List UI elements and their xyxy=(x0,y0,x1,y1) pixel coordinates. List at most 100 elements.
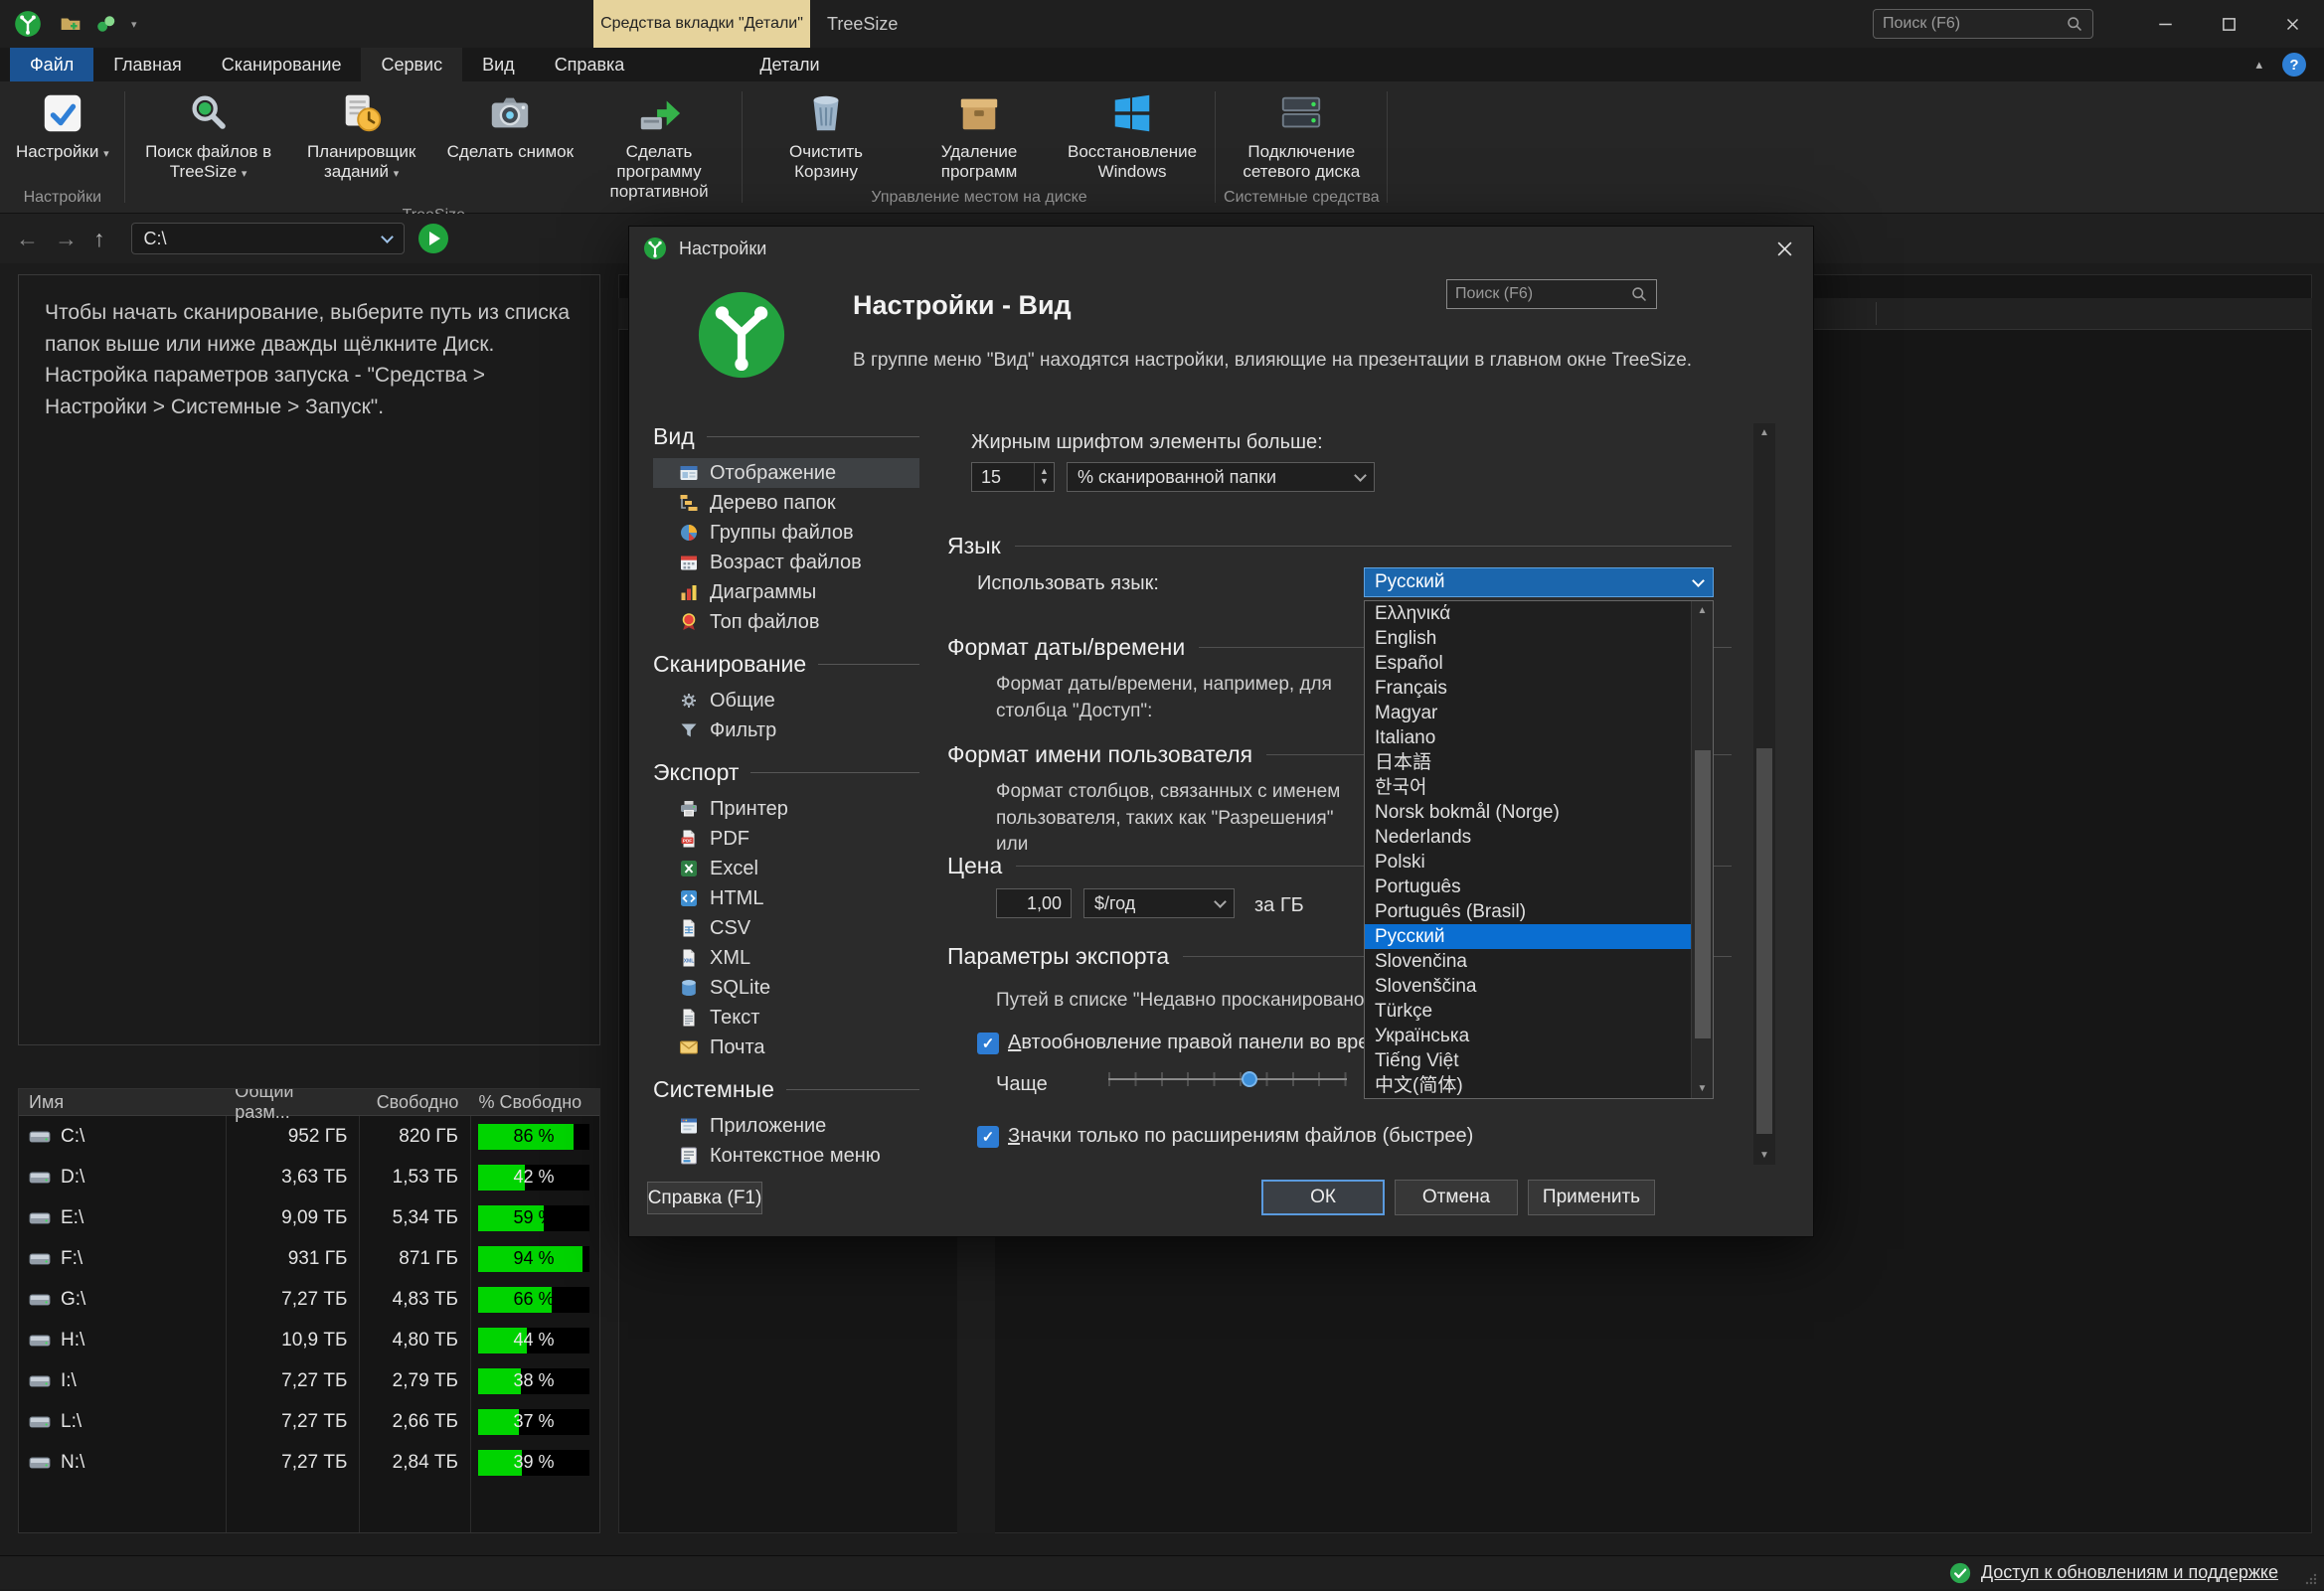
ribbon-tab[interactable]: Главная xyxy=(93,48,202,81)
sidebar-item[interactable]: SQLite xyxy=(653,973,919,1003)
forward-button[interactable]: → xyxy=(55,226,78,252)
language-option[interactable]: Italiano xyxy=(1365,725,1691,750)
language-option[interactable]: Türkçe xyxy=(1365,999,1691,1024)
column-header-free[interactable]: Свободно xyxy=(358,1089,469,1115)
ok-button[interactable]: ОК xyxy=(1261,1180,1385,1215)
back-button[interactable]: ← xyxy=(16,226,39,252)
dropdown-scrollbar[interactable]: ▲ ▼ xyxy=(1691,601,1713,1098)
language-option[interactable]: Slovenščina xyxy=(1365,974,1691,999)
refresh-frequency-slider[interactable] xyxy=(1108,1069,1347,1089)
ribbon-tab[interactable]: Файл xyxy=(10,48,93,81)
language-option[interactable]: Español xyxy=(1365,651,1691,676)
sidebar-item[interactable]: Приложение xyxy=(653,1111,919,1141)
language-option[interactable]: 中文(简体) xyxy=(1365,1073,1691,1098)
sidebar-item[interactable]: Возраст файлов xyxy=(653,548,919,577)
sidebar-item[interactable]: HTML xyxy=(653,883,919,913)
sidebar-item[interactable]: XML XML xyxy=(653,943,919,973)
language-option[interactable]: Français xyxy=(1365,676,1691,701)
price-input[interactable]: 1,00 xyxy=(996,888,1072,918)
qat-export-icon[interactable] xyxy=(95,13,117,35)
column-header-free-percent[interactable]: % Свободно xyxy=(468,1089,599,1115)
ribbon-button[interactable]: Сделать снимок ▾ xyxy=(439,85,581,164)
ribbon-button[interactable]: Планировщик заданий ▾ xyxy=(286,85,437,184)
drive-row[interactable]: D:\ 3,63 ТБ 1,53 ТБ 42 % xyxy=(19,1157,599,1197)
path-dropdown-icon[interactable] xyxy=(372,237,404,241)
scroll-up-icon[interactable]: ▲ xyxy=(1692,605,1713,616)
sidebar-item[interactable]: PDF PDF xyxy=(653,824,919,854)
help-button[interactable]: Справка (F1) xyxy=(647,1182,762,1214)
sidebar-item[interactable]: Текст xyxy=(653,1003,919,1033)
ribbon-button[interactable]: Настройки ▾ xyxy=(8,85,117,164)
sidebar-item[interactable]: Топ файлов xyxy=(653,607,919,637)
drive-row[interactable]: I:\ 7,27 ТБ 2,79 ТБ 38 % xyxy=(19,1360,599,1401)
ribbon-tab[interactable]: Вид xyxy=(462,48,535,81)
ribbon-tab[interactable]: Сканирование xyxy=(202,48,362,81)
minimize-button[interactable] xyxy=(2133,0,2197,48)
cancel-button[interactable]: Отмена xyxy=(1395,1180,1518,1215)
ribbon-tab[interactable]: Детали xyxy=(740,48,839,81)
drive-row[interactable]: F:\ 931 ГБ 871 ГБ 94 % xyxy=(19,1238,599,1279)
language-option[interactable]: Português (Brasil) xyxy=(1365,899,1691,924)
scroll-down-icon[interactable]: ▼ xyxy=(1692,1083,1713,1094)
dialog-search-input[interactable]: Поиск (F6) xyxy=(1446,279,1657,309)
language-option[interactable]: Українська xyxy=(1365,1024,1691,1048)
sidebar-item[interactable]: Фильтр xyxy=(653,716,919,745)
autorefresh-checkbox[interactable]: ✓ Автообновление правой панели во время … xyxy=(977,1032,1409,1054)
language-option[interactable]: 日本語 xyxy=(1365,750,1691,775)
start-scan-button[interactable] xyxy=(418,224,448,253)
dialog-close-button[interactable] xyxy=(1755,227,1813,270)
sidebar-item[interactable]: Excel xyxy=(653,854,919,883)
icons-by-extension-checkbox[interactable]: ✓ Значки только по расширениям файлов (б… xyxy=(977,1125,1473,1148)
scrollbar-thumb[interactable] xyxy=(1756,748,1772,1134)
language-option[interactable]: Tiếng Việt xyxy=(1365,1048,1691,1073)
ribbon-tab[interactable]: Сервис xyxy=(361,48,462,81)
language-option[interactable]: Norsk bokmål (Norge) xyxy=(1365,800,1691,825)
checkbox-checked-icon[interactable]: ✓ xyxy=(977,1126,999,1148)
column-header-total-size[interactable]: Общий разм... xyxy=(225,1089,358,1115)
chevron-down-icon[interactable] xyxy=(1683,580,1713,585)
drive-row[interactable]: E:\ 9,09 ТБ 5,34 ТБ 59 % xyxy=(19,1197,599,1238)
drive-row[interactable]: H:\ 10,9 ТБ 4,80 ТБ 44 % xyxy=(19,1320,599,1360)
language-option[interactable]: Nederlands xyxy=(1365,825,1691,850)
ribbon-button[interactable]: Очистить Корзину ▾ xyxy=(750,85,902,184)
resize-grip[interactable] xyxy=(2304,1570,2318,1584)
ribbon-button[interactable]: Сделать программу портативной ▾ xyxy=(583,85,735,204)
ribbon-tab[interactable]: Справка xyxy=(535,48,645,81)
drive-row[interactable]: N:\ 7,27 ТБ 2,84 ТБ 39 % xyxy=(19,1442,599,1483)
slider-track[interactable] xyxy=(1108,1078,1347,1080)
up-button[interactable]: ↑ xyxy=(93,226,105,252)
titlebar-search-input[interactable]: Поиск (F6) xyxy=(1873,9,2093,39)
ribbon-button[interactable]: Восстановление Windows ▾ xyxy=(1057,85,1208,184)
ribbon-button[interactable]: Поиск файлов в TreeSize ▾ xyxy=(133,85,284,184)
sidebar-item[interactable]: Почта xyxy=(653,1033,919,1062)
slider-thumb[interactable] xyxy=(1242,1071,1257,1087)
bold-threshold-spinner[interactable]: 15 ▲▼ xyxy=(971,462,1055,492)
close-button[interactable] xyxy=(2260,0,2324,48)
language-combobox[interactable]: Русский xyxy=(1364,567,1714,597)
language-option[interactable]: Ελληνικά xyxy=(1365,601,1691,626)
maximize-button[interactable] xyxy=(2197,0,2260,48)
drive-row[interactable]: G:\ 7,27 ТБ 4,83 ТБ 66 % xyxy=(19,1279,599,1320)
help-icon[interactable]: ? xyxy=(2282,53,2306,77)
ribbon-button[interactable]: Удаление программ ▾ xyxy=(904,85,1055,184)
sidebar-item[interactable]: Дерево папок xyxy=(653,488,919,518)
sidebar-item[interactable]: Принтер xyxy=(653,794,919,824)
collapse-ribbon-icon[interactable]: ▴ xyxy=(2255,57,2262,73)
sidebar-item[interactable]: CSV xyxy=(653,913,919,943)
language-option[interactable]: Português xyxy=(1365,875,1691,899)
ribbon-button[interactable]: Подключение сетевого диска ▾ xyxy=(1226,85,1377,184)
settings-scrollbar[interactable]: ▲ ▼ xyxy=(1753,423,1775,1165)
language-option[interactable]: English xyxy=(1365,626,1691,651)
scrollbar-thumb[interactable] xyxy=(1695,750,1711,1038)
sidebar-item[interactable]: Группы файлов xyxy=(653,518,919,548)
language-option[interactable]: Русский xyxy=(1365,924,1691,949)
updates-link[interactable]: Доступ к обновлениям и поддержке xyxy=(1981,1562,2278,1583)
language-option[interactable]: Slovenčina xyxy=(1365,949,1691,974)
sidebar-item[interactable]: Диаграммы xyxy=(653,577,919,607)
language-option[interactable]: Magyar xyxy=(1365,701,1691,725)
sidebar-item[interactable]: Отображение xyxy=(653,458,919,488)
drive-row[interactable]: L:\ 7,27 ТБ 2,66 ТБ 37 % xyxy=(19,1401,599,1442)
app-icon[interactable] xyxy=(14,10,42,38)
sidebar-item[interactable]: Общие xyxy=(653,686,919,716)
qat-open-icon[interactable] xyxy=(60,13,82,35)
